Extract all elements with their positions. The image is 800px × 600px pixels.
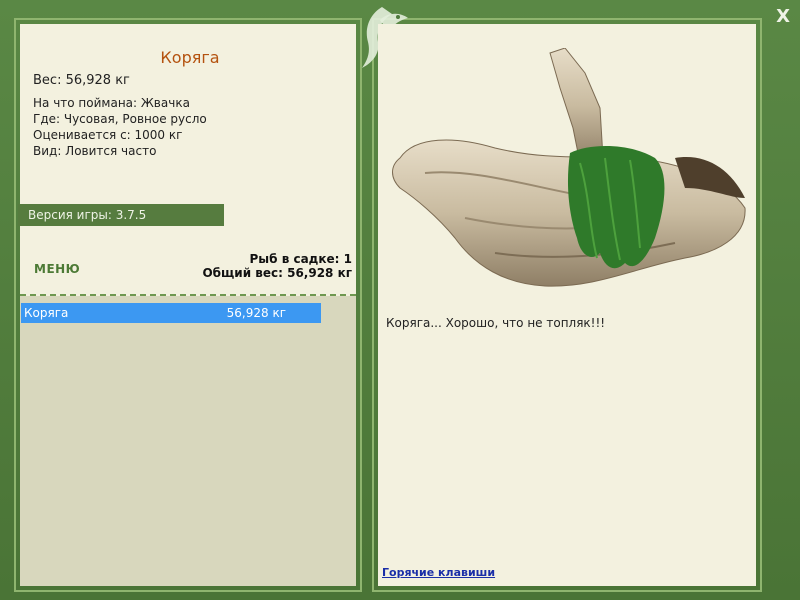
fish-weight: Вес: 56,928 кг — [33, 73, 130, 88]
hotkeys-link[interactable]: Горячие клавиши — [382, 566, 495, 579]
detail-valued-from: Оценивается с: 1000 кг — [33, 128, 183, 142]
keepnet-list-area — [20, 296, 356, 586]
keepnet-summary: Рыб в садке: 1 Общий вес: 56,928 кг — [202, 252, 352, 280]
detail-bait: На что поймана: Жвачка — [33, 96, 190, 110]
menu-button[interactable]: МЕНЮ — [34, 262, 80, 276]
divider — [20, 294, 356, 296]
list-item-name: Коряга — [24, 306, 69, 320]
close-button[interactable]: X — [776, 6, 790, 27]
detail-place: Где: Чусовая, Ровное русло — [33, 112, 207, 126]
detail-kind: Вид: Ловится часто — [33, 144, 157, 158]
keepnet-list-item[interactable]: Коряга 56,928 кг — [21, 303, 321, 323]
fish-details: На что поймана: Жвачка Где: Чусовая, Ров… — [33, 95, 207, 159]
list-item-weight: 56,928 кг — [226, 306, 286, 320]
driftwood-image — [392, 48, 746, 287]
fish-description: Коряга... Хорошо, что не топляк!!! — [386, 316, 606, 330]
version-bar: Версия игры: 3.7.5 — [18, 204, 224, 226]
keepnet-count: Рыб в садке: 1 — [249, 252, 353, 266]
fish-name-title: Коряга — [160, 48, 220, 67]
keepnet-total-weight: Общий вес: 56,928 кг — [202, 266, 352, 280]
